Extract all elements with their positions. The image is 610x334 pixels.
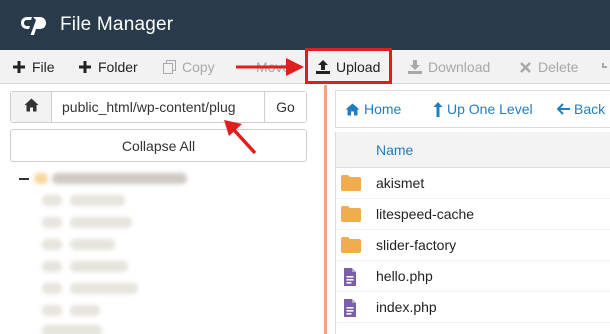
blurred-tree-item[interactable] <box>42 239 62 250</box>
delete-button[interactable]: Delete <box>518 50 578 84</box>
move-button[interactable]: Move <box>236 50 290 84</box>
blurred-tree-item[interactable] <box>70 305 100 316</box>
folder-icon <box>34 173 48 184</box>
blurred-tree-item[interactable] <box>70 239 115 250</box>
table-row[interactable]: akismet <box>336 168 610 199</box>
blurred-tree-item[interactable] <box>42 325 102 334</box>
row-file-name: litespeed-cache <box>376 206 475 222</box>
new-file-label: File <box>32 59 55 75</box>
file-table: Name akismet litespeed-cache slider-fact… <box>335 132 610 334</box>
move-label: Move <box>256 59 291 75</box>
folder-icon <box>341 175 361 191</box>
blurred-tree-item[interactable] <box>70 261 128 272</box>
download-icon <box>408 60 422 74</box>
level-up-icon <box>433 101 443 117</box>
navigation-bar: Home Up One Level Back <box>335 90 610 128</box>
table-row[interactable]: litespeed-cache <box>336 199 610 230</box>
folder-tree <box>0 169 320 334</box>
blurred-tree-item[interactable] <box>70 283 138 294</box>
name-column-header[interactable]: Name <box>376 142 413 158</box>
download-button[interactable]: Download <box>408 50 490 84</box>
php-file-icon <box>341 268 361 286</box>
collapse-toggle-icon[interactable] <box>19 178 29 180</box>
blurred-tree-item[interactable] <box>42 305 62 316</box>
row-file-name: index.php <box>376 299 437 315</box>
path-bar: Go <box>10 91 307 123</box>
table-header: Name <box>336 132 610 168</box>
row-file-name: slider-factory <box>376 237 457 253</box>
cpanel-logo <box>20 14 50 36</box>
home-nav-button[interactable]: Home <box>345 91 401 127</box>
blurred-tree-item[interactable] <box>42 217 62 228</box>
table-row[interactable]: slider-factory <box>336 230 610 261</box>
blurred-tree-item[interactable] <box>70 217 132 228</box>
right-panel: Home Up One Level Back Name akismet lite… <box>327 85 610 334</box>
back-button[interactable]: Back <box>557 91 605 127</box>
blurred-tree-item[interactable] <box>42 195 62 206</box>
blurred-tree-item[interactable] <box>42 283 62 294</box>
up-one-level-label: Up One Level <box>447 101 533 117</box>
arrow-left-icon <box>557 103 570 115</box>
home-nav-label: Home <box>364 101 402 117</box>
table-row[interactable]: hello.php <box>336 261 610 292</box>
new-file-button[interactable]: File <box>12 50 55 84</box>
new-folder-button[interactable]: Folder <box>78 50 138 84</box>
path-home-button[interactable] <box>11 92 52 122</box>
blurred-tree-item[interactable] <box>70 195 125 206</box>
row-file-name: akismet <box>376 175 425 191</box>
home-icon <box>24 98 39 117</box>
more-toolbar-button[interactable] <box>600 50 610 84</box>
copy-button[interactable]: Copy <box>162 50 215 84</box>
plus-icon <box>12 60 26 74</box>
delete-label: Delete <box>538 59 579 75</box>
restore-icon <box>600 60 610 74</box>
folder-icon <box>341 206 361 222</box>
home-icon <box>345 103 360 116</box>
up-one-level-button[interactable]: Up One Level <box>433 91 533 127</box>
go-button[interactable]: Go <box>264 92 306 122</box>
upload-highlight-box <box>305 48 392 84</box>
table-row[interactable]: index.php <box>336 292 610 323</box>
copy-icon <box>162 60 176 74</box>
collapse-all-button[interactable]: Collapse All <box>10 129 307 162</box>
php-file-icon <box>341 299 361 317</box>
download-label: Download <box>428 59 491 75</box>
new-folder-label: Folder <box>98 59 138 75</box>
copy-label: Copy <box>182 59 215 75</box>
app-header: File Manager <box>0 0 610 50</box>
blurred-tree-item[interactable] <box>42 261 62 272</box>
folder-icon <box>341 237 361 253</box>
back-label: Back <box>574 101 606 117</box>
path-input[interactable] <box>52 92 264 122</box>
file-manager-page: File Manager File Folder Copy Move Uploa… <box>0 0 610 334</box>
close-icon <box>518 60 532 74</box>
row-file-name: hello.php <box>376 268 433 284</box>
left-panel: Go Collapse All <box>0 85 324 334</box>
plus-icon <box>78 60 92 74</box>
app-title: File Manager <box>60 14 174 35</box>
blurred-tree-item[interactable] <box>52 173 187 184</box>
